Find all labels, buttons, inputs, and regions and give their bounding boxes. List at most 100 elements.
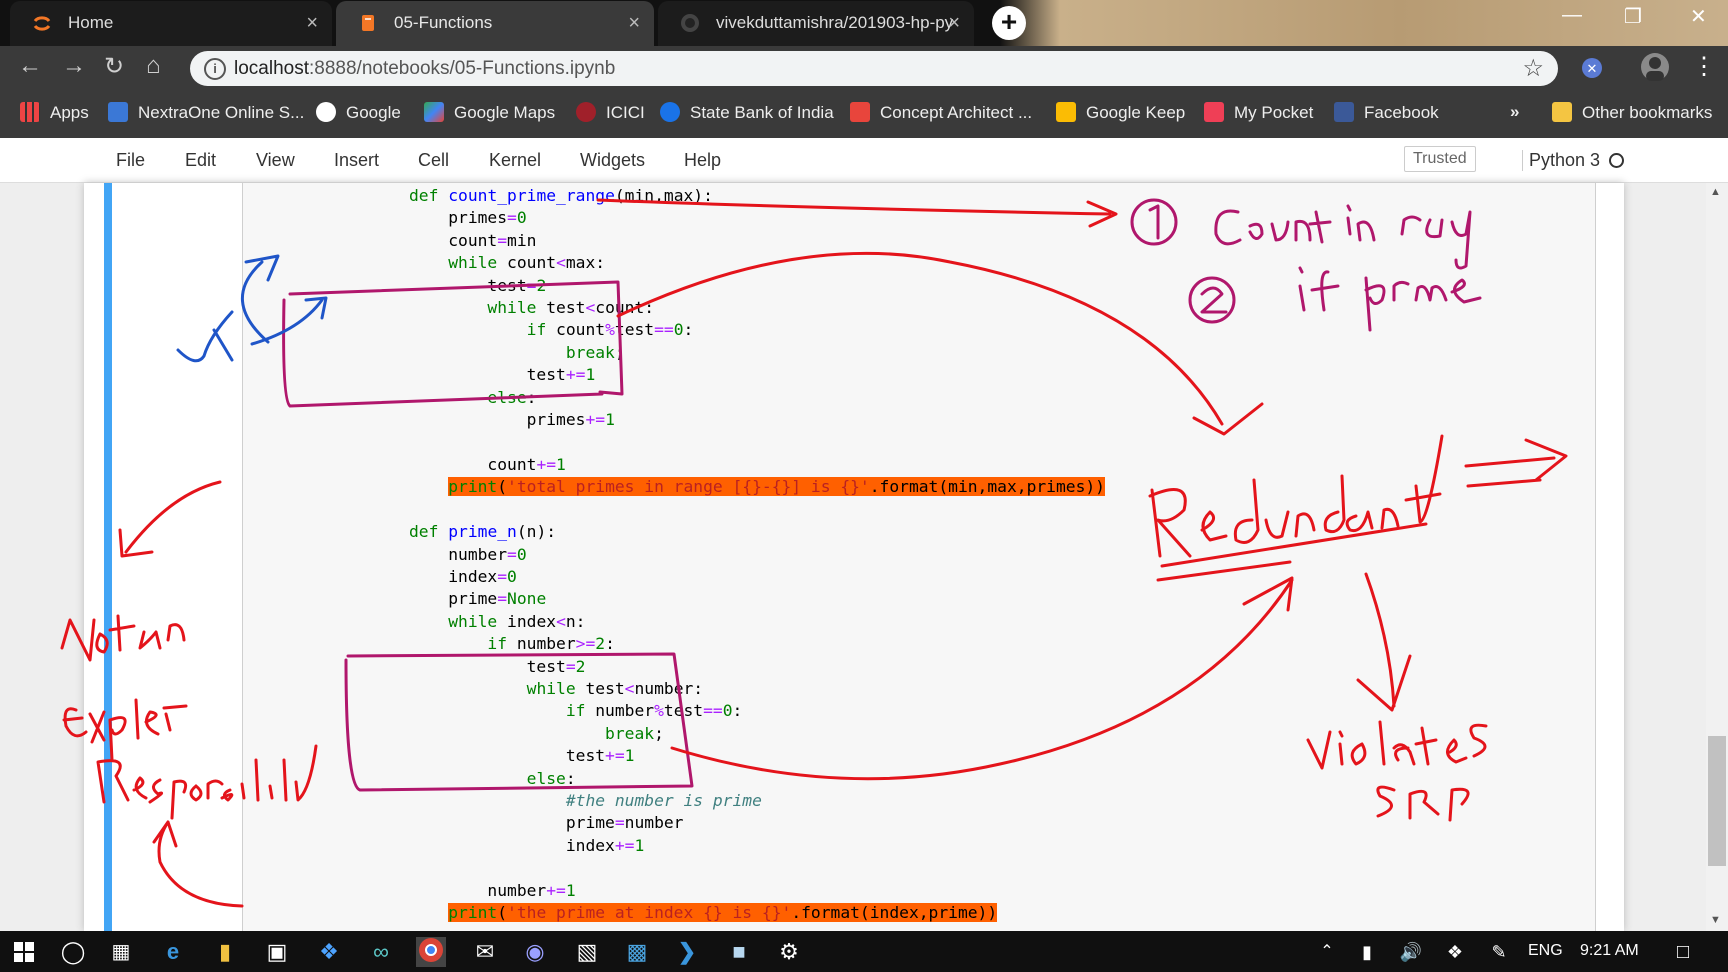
dropbox-tray-icon[interactable]: ❖ bbox=[1440, 937, 1470, 967]
menu-file[interactable]: File bbox=[116, 150, 145, 171]
code-line[interactable]: count+=1 bbox=[409, 455, 565, 474]
kernel-name[interactable]: Python 3 bbox=[1522, 150, 1600, 171]
back-icon[interactable]: ← bbox=[18, 52, 42, 80]
close-icon[interactable]: × bbox=[628, 1, 640, 45]
menu-view[interactable]: View bbox=[256, 150, 295, 171]
trusted-badge[interactable]: Trusted bbox=[1404, 146, 1476, 172]
vscode-icon[interactable]: ❯ bbox=[672, 937, 702, 967]
bookmark-google-maps[interactable]: Google Maps bbox=[424, 102, 555, 123]
restore-icon[interactable]: ❐ bbox=[1624, 4, 1642, 29]
tray-chevron-icon[interactable]: ⌃ bbox=[1312, 937, 1342, 967]
code-line[interactable]: break; bbox=[409, 343, 625, 362]
volume-icon[interactable]: 🔊 bbox=[1396, 937, 1426, 967]
forward-icon[interactable]: → bbox=[62, 52, 86, 80]
close-icon[interactable]: × bbox=[948, 1, 960, 45]
code-line[interactable]: #the number is prime bbox=[409, 791, 762, 810]
cortana-icon[interactable]: ◯ bbox=[58, 937, 88, 967]
code-line[interactable]: primes+=1 bbox=[409, 410, 615, 429]
scroll-down-icon[interactable]: ▼ bbox=[1710, 914, 1721, 926]
mail-icon[interactable]: ✉ bbox=[470, 937, 500, 967]
code-line[interactable]: while test<number: bbox=[409, 679, 703, 698]
code-cell-input[interactable]: def count_prime_range(min,max): primes=0… bbox=[242, 183, 1596, 931]
code-line[interactable]: index=0 bbox=[409, 567, 517, 586]
code-line[interactable]: while count<max: bbox=[409, 253, 605, 272]
home-icon[interactable]: ⌂ bbox=[146, 52, 161, 80]
bookmark-google-keep[interactable]: Google Keep bbox=[1056, 102, 1185, 123]
code-line[interactable]: def count_prime_range(min,max): bbox=[409, 186, 713, 205]
code-line[interactable]: while test<count: bbox=[409, 298, 654, 317]
tab-github[interactable]: vivekduttamishra/201903-hp-py × bbox=[658, 1, 974, 46]
code-line[interactable]: if number>=2: bbox=[409, 634, 614, 653]
tab-functions[interactable]: 05-Functions × bbox=[336, 1, 654, 46]
menu-help[interactable]: Help bbox=[684, 150, 721, 171]
terminal-icon[interactable]: ▧ bbox=[572, 937, 602, 967]
bookmark-facebook[interactable]: Facebook bbox=[1334, 102, 1439, 123]
code-line[interactable]: test=2 bbox=[409, 276, 546, 295]
code-line[interactable]: test+=1 bbox=[409, 365, 596, 384]
task-view-icon[interactable]: ▦ bbox=[106, 937, 136, 967]
bookmark-icici[interactable]: ICICI bbox=[576, 102, 645, 123]
code-line[interactable]: test=2 bbox=[409, 657, 586, 676]
scroll-up-icon[interactable]: ▲ bbox=[1710, 186, 1721, 198]
dropbox-icon[interactable]: ❖ bbox=[314, 937, 344, 967]
code-line[interactable]: while index<n: bbox=[409, 612, 585, 631]
reload-icon[interactable]: ↻ bbox=[104, 52, 124, 81]
menu-kebab-icon[interactable]: ⋮ bbox=[1692, 52, 1716, 81]
chrome-icon[interactable] bbox=[416, 937, 446, 967]
bookmark-sbi[interactable]: State Bank of India bbox=[660, 102, 834, 123]
code-line[interactable]: number=0 bbox=[409, 545, 526, 564]
code-line[interactable]: index+=1 bbox=[409, 836, 644, 855]
code-line[interactable]: else: bbox=[409, 769, 576, 788]
file-explorer-icon[interactable]: ▮ bbox=[210, 937, 240, 967]
code-line[interactable]: if count%test==0: bbox=[409, 320, 694, 339]
code-line[interactable]: else: bbox=[409, 388, 536, 407]
other-bookmarks[interactable]: Other bookmarks bbox=[1552, 102, 1712, 123]
bookmark-my-pocket[interactable]: My Pocket bbox=[1204, 102, 1313, 123]
language-indicator[interactable]: ENG bbox=[1528, 942, 1563, 960]
code-line[interactable]: break; bbox=[409, 724, 664, 743]
code-line[interactable]: prime=None bbox=[409, 589, 546, 608]
menu-kernel[interactable]: Kernel bbox=[489, 150, 541, 171]
close-icon[interactable]: × bbox=[306, 1, 318, 45]
store-icon[interactable]: ▣ bbox=[262, 937, 292, 967]
code-editor[interactable]: def count_prime_range(min,max): primes=0… bbox=[409, 185, 1105, 924]
edge-icon[interactable]: e bbox=[158, 937, 188, 967]
scrollbar-thumb[interactable] bbox=[1708, 736, 1726, 866]
code-line[interactable]: test+=1 bbox=[409, 746, 635, 765]
bookmark-star-icon[interactable]: ☆ bbox=[1522, 54, 1544, 83]
code-line[interactable]: if number%test==0: bbox=[409, 701, 743, 720]
bookmark-concept-architect[interactable]: Concept Architect ... bbox=[850, 102, 1032, 123]
code-line[interactable]: prime=number bbox=[409, 813, 684, 832]
code-line[interactable]: def prime_n(n): bbox=[409, 522, 556, 541]
notes-icon[interactable]: ■ bbox=[724, 937, 754, 967]
code-line[interactable]: number+=1 bbox=[409, 881, 575, 900]
tab-home[interactable]: Home × bbox=[10, 1, 332, 46]
pen-icon[interactable]: ✎ bbox=[1484, 937, 1514, 967]
menu-cell[interactable]: Cell bbox=[418, 150, 449, 171]
bookmark-apps[interactable]: Apps bbox=[20, 102, 89, 123]
clock[interactable]: 9:21 AM bbox=[1580, 942, 1639, 960]
settings-gear-icon[interactable]: ⚙ bbox=[774, 937, 804, 967]
battery-icon[interactable]: ▮ bbox=[1352, 937, 1382, 967]
close-window-icon[interactable]: ✕ bbox=[1690, 4, 1707, 29]
code-line[interactable]: print('total primes in range [{}-{}] is … bbox=[409, 477, 1105, 497]
profile-avatar[interactable] bbox=[1640, 52, 1670, 82]
url-text[interactable]: localhost:8888/notebooks/05-Functions.ip… bbox=[234, 58, 615, 80]
windows-start-icon[interactable] bbox=[14, 942, 34, 962]
extension-icon[interactable]: ✕ bbox=[1580, 56, 1604, 80]
bookmark-google[interactable]: Google bbox=[316, 102, 401, 123]
info-icon[interactable]: i bbox=[204, 58, 226, 80]
code-line[interactable]: print('the prime at index {} is {}'.form… bbox=[409, 903, 998, 922]
menu-widgets[interactable]: Widgets bbox=[580, 150, 645, 171]
eclipse-icon[interactable]: ◉ bbox=[520, 937, 550, 967]
remote-desktop-icon[interactable]: ▩ bbox=[622, 937, 652, 967]
menu-edit[interactable]: Edit bbox=[185, 150, 216, 171]
menu-insert[interactable]: Insert bbox=[334, 150, 379, 171]
code-line[interactable]: primes=0 bbox=[409, 208, 526, 227]
arduino-icon[interactable]: ∞ bbox=[366, 937, 396, 967]
bookmark-nextraone[interactable]: NextraOne Online S... bbox=[108, 102, 304, 123]
bookmarks-overflow-button[interactable]: » bbox=[1510, 102, 1519, 122]
address-bar[interactable]: i localhost:8888/notebooks/05-Functions.… bbox=[190, 51, 1558, 86]
code-line[interactable]: count=min bbox=[409, 231, 536, 250]
minimize-icon[interactable]: — bbox=[1562, 4, 1582, 27]
